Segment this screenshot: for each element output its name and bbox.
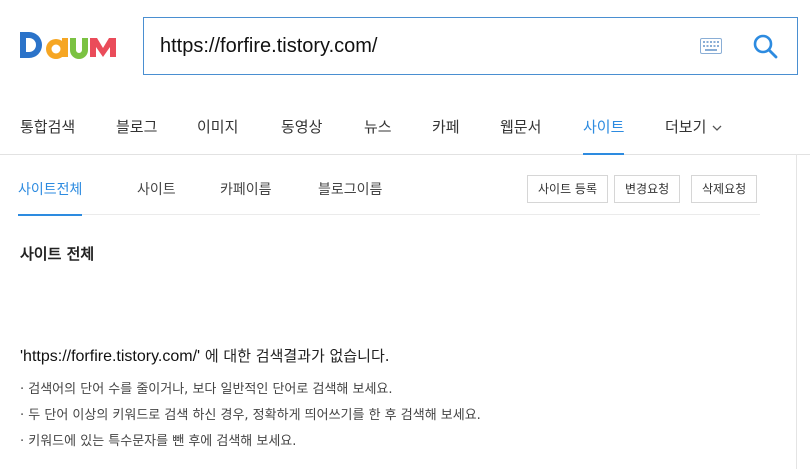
subtab-blog-name[interactable]: 블로그이름 — [318, 165, 382, 215]
subtab-all-sites[interactable]: 사이트전체 — [18, 165, 83, 216]
tab-site[interactable]: 사이트 — [583, 100, 625, 155]
search-tips: · 검색어의 단어 수를 줄이거나, 보다 일반적인 단어로 검색해 보세요. … — [20, 380, 481, 458]
no-result-message: 'https://forfire.tistory.com/' 에 대한 검색결과… — [20, 345, 390, 366]
tab-integrated-search[interactable]: 통합검색 — [20, 100, 75, 155]
daum-logo[interactable] — [18, 26, 122, 68]
tab-video[interactable]: 동영상 — [281, 100, 322, 155]
tab-more[interactable]: 더보기 — [665, 100, 722, 155]
tab-image[interactable]: 이미지 — [197, 100, 238, 155]
search-input[interactable] — [160, 30, 680, 62]
divider — [796, 154, 797, 469]
tab-more-label: 더보기 — [665, 118, 707, 136]
keyboard-icon[interactable] — [700, 38, 722, 54]
delete-request-button[interactable]: 삭제요청 — [691, 175, 758, 203]
chevron-down-icon — [712, 125, 722, 131]
tab-web-documents[interactable]: 웹문서 — [500, 100, 541, 155]
header — [0, 0, 810, 100]
search-tabs: 통합검색 블로그 이미지 동영상 뉴스 카페 웹문서 사이트 더보기 — [0, 100, 810, 155]
subtab-site[interactable]: 사이트 — [137, 165, 176, 215]
register-site-button[interactable]: 사이트 등록 — [527, 175, 609, 203]
no-result-query: 'https://forfire.tistory.com/' — [20, 348, 201, 365]
tab-blog[interactable]: 블로그 — [116, 100, 157, 155]
tip-item: · 검색어의 단어 수를 줄이거나, 보다 일반적인 단어로 검색해 보세요. — [20, 382, 393, 397]
no-result-text: 에 대한 검색결과가 없습니다. — [200, 347, 390, 365]
tab-news[interactable]: 뉴스 — [364, 100, 392, 155]
section-title: 사이트 전체 — [20, 245, 95, 263]
tip-item: · 두 단어 이상의 키워드로 검색 하신 경우, 정확하게 띄어쓰기를 한 후… — [20, 408, 481, 423]
search-icon[interactable] — [752, 33, 778, 59]
search-box — [143, 17, 798, 75]
subtab-cafe-name[interactable]: 카페이름 — [220, 165, 272, 215]
change-request-button[interactable]: 변경요청 — [614, 175, 681, 203]
tab-cafe[interactable]: 카페 — [432, 100, 460, 155]
site-subtabs: 사이트전체 사이트 카페이름 블로그이름 사이트 등록 변경요청 삭제요청 — [18, 165, 760, 216]
tip-item: · 키워드에 있는 특수문자를 뺀 후에 검색해 보세요. — [20, 434, 297, 449]
